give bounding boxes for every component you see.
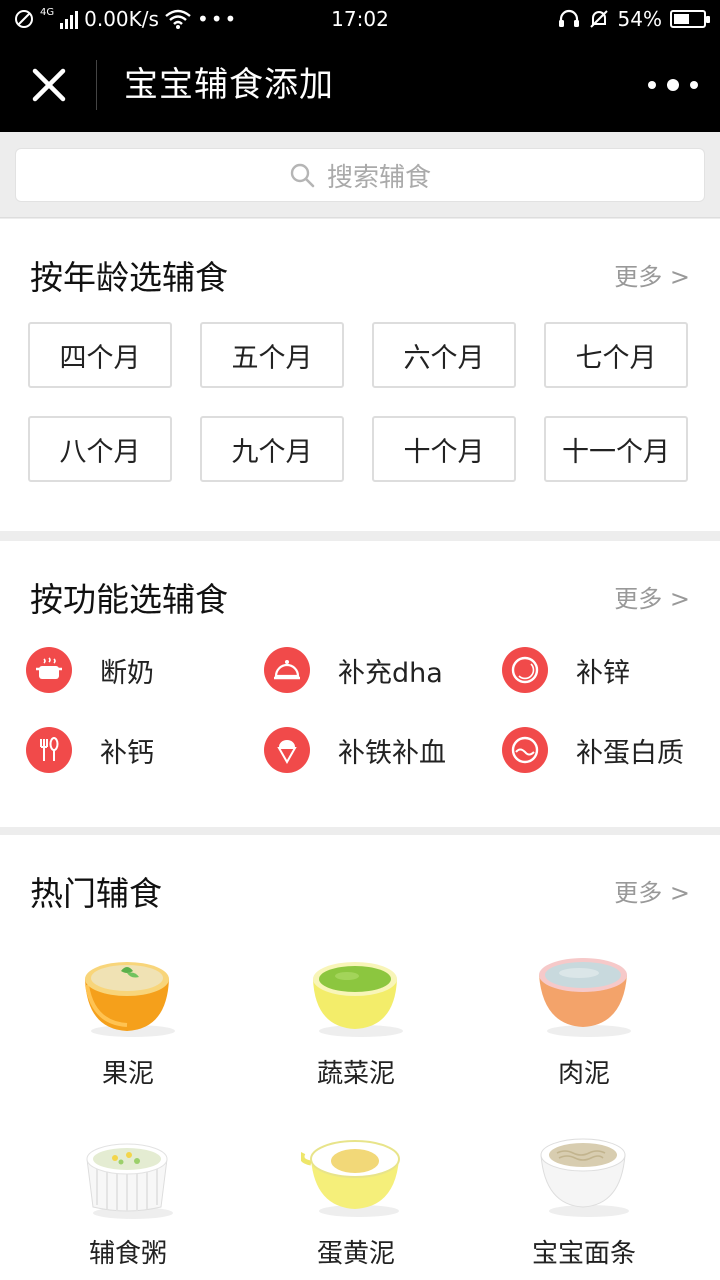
- mute-bell-icon: [589, 10, 608, 28]
- hot-item-label: 宝宝面条: [531, 1239, 636, 1269]
- hot-item-baby-noodles[interactable]: 宝宝面条: [474, 1125, 694, 1270]
- hot-item-fruit-puree[interactable]: 果泥: [18, 945, 238, 1090]
- battery-percent: 54%: [617, 7, 662, 31]
- function-label: 补铁补血: [338, 737, 446, 769]
- nav-divider: [96, 60, 97, 110]
- age-button-5-months[interactable]: 五个月: [200, 322, 344, 388]
- age-section-title: 按年龄选辅食: [30, 258, 228, 297]
- function-item-iron[interactable]: 补铁补血: [264, 725, 446, 775]
- hot-item-egg-yolk-puree[interactable]: 蛋黄泥: [246, 1125, 466, 1270]
- hot-section: 热门辅食 更多 > 果泥 蔬菜泥 肉泥 辅食粥 蛋黄泥 宝宝面条: [0, 835, 720, 1280]
- egg-yolk-bowl: [301, 1140, 400, 1217]
- function-label: 补锌: [576, 657, 630, 689]
- search-placeholder: 搜索辅食: [326, 162, 431, 193]
- function-item-calcium[interactable]: 补钙: [26, 725, 154, 775]
- search-icon: [290, 163, 315, 188]
- hot-section-title: 热门辅食: [30, 874, 162, 913]
- search-input[interactable]: 搜索辅食: [15, 148, 705, 202]
- age-button-6-months[interactable]: 六个月: [372, 322, 516, 388]
- age-button-4-months[interactable]: 四个月: [28, 322, 172, 388]
- age-button-7-months[interactable]: 七个月: [544, 322, 688, 388]
- battery-icon: [670, 10, 710, 28]
- hot-item-label: 肉泥: [557, 1059, 610, 1089]
- hot-item-label: 蛋黄泥: [316, 1239, 395, 1269]
- hot-item-vegetable-puree[interactable]: 蔬菜泥: [246, 945, 466, 1090]
- function-section-title: 按功能选辅食: [30, 580, 228, 619]
- function-item-dha[interactable]: 补充dha: [264, 645, 443, 695]
- porridge-bowl: [86, 1143, 173, 1219]
- dish-cover-icon: [264, 647, 310, 693]
- close-icon[interactable]: [26, 62, 72, 108]
- headset-icon: [558, 9, 579, 27]
- fork-spoon-icon: [26, 727, 72, 773]
- age-button-11-months[interactable]: 十一个月: [544, 416, 688, 482]
- status-right: 54%: [558, 7, 710, 31]
- ring-icon: [502, 647, 548, 693]
- hot-section-more-link[interactable]: 更多 >: [614, 873, 690, 908]
- fruit-puree-bowl: [85, 962, 175, 1037]
- hot-item-porridge[interactable]: 辅食粥: [18, 1125, 238, 1270]
- function-section: 按功能选辅食 更多 > 断奶 补充dha 补锌 补钙 补铁补血 补蛋白质: [0, 541, 720, 827]
- hot-item-label: 果泥: [101, 1059, 154, 1089]
- page-title: 宝宝辅食添加: [124, 65, 334, 105]
- function-item-zinc[interactable]: 补锌: [502, 645, 630, 695]
- function-label: 断奶: [100, 657, 154, 689]
- age-section: 按年龄选辅食 更多 > 四个月 五个月 六个月 七个月 八个月 九个月 十个月 …: [0, 219, 720, 531]
- vegetable-puree-bowl: [313, 962, 403, 1037]
- age-section-more-link[interactable]: 更多 >: [614, 257, 690, 292]
- function-label: 补充dha: [338, 657, 443, 689]
- function-label: 补钙: [100, 737, 154, 769]
- function-item-weaning[interactable]: 断奶: [26, 645, 154, 695]
- egg-icon: [502, 727, 548, 773]
- ice-cream-icon: [264, 727, 310, 773]
- age-button-10-months[interactable]: 十个月: [372, 416, 516, 482]
- hot-item-label: 蔬菜泥: [316, 1059, 395, 1089]
- function-section-more-link[interactable]: 更多 >: [614, 579, 690, 614]
- noodle-bowl: [540, 1138, 629, 1217]
- nav-bar: 宝宝辅食添加: [0, 38, 720, 132]
- function-label: 补蛋白质: [576, 737, 684, 769]
- meat-puree-bowl: [539, 958, 631, 1037]
- battery-fill: [674, 14, 689, 24]
- hot-item-label: 辅食粥: [88, 1239, 167, 1269]
- search-bar: 搜索辅食: [0, 132, 720, 218]
- status-bar: 4G 0.00K/s ••• 17:02 54%: [0, 0, 720, 38]
- function-item-protein[interactable]: 补蛋白质: [502, 725, 684, 775]
- age-button-9-months[interactable]: 九个月: [200, 416, 344, 482]
- more-options-icon[interactable]: [648, 70, 698, 100]
- hot-item-meat-puree[interactable]: 肉泥: [474, 945, 694, 1090]
- age-button-8-months[interactable]: 八个月: [28, 416, 172, 482]
- pot-icon: [26, 647, 72, 693]
